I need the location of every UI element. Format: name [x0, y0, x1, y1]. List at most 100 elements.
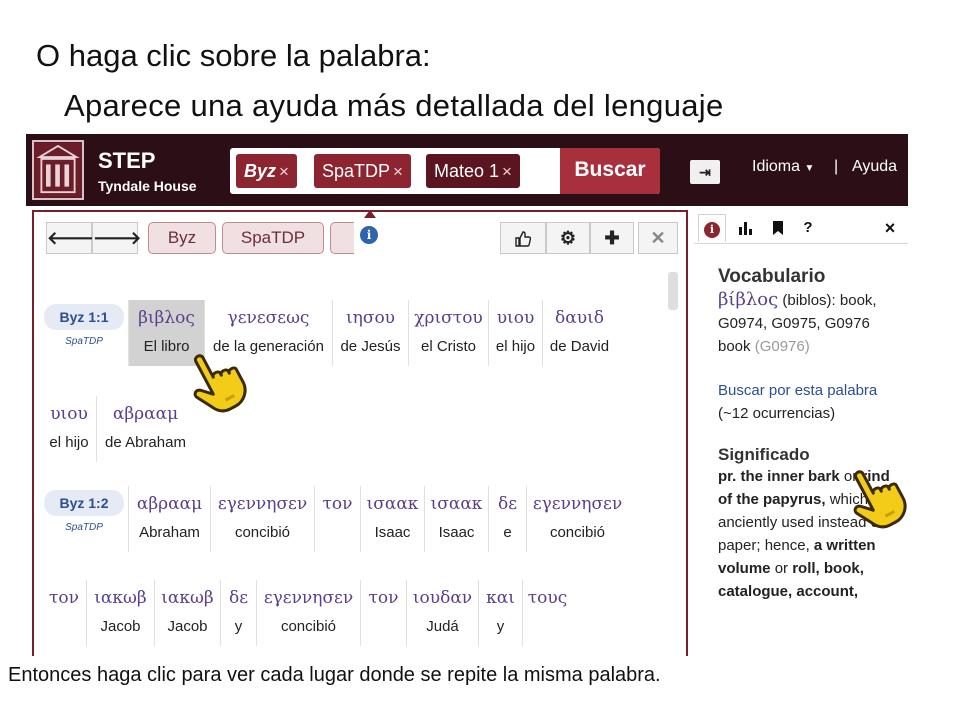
verse-ref[interactable]: Byz 1:2	[44, 490, 124, 516]
word-cell[interactable]: και y	[478, 580, 522, 646]
word-gloss: Jacob	[167, 618, 208, 635]
greek-word[interactable]: τον	[319, 494, 356, 514]
help-menu[interactable]: Ayuda	[852, 158, 897, 176]
search-button[interactable]: Buscar	[560, 148, 660, 194]
lemma-greek: βίβλος	[718, 289, 779, 310]
word-gloss: de Abraham	[105, 434, 186, 451]
greek-word[interactable]: ιακωβ	[159, 588, 216, 608]
word-cell[interactable]: ιησου de Jesús	[332, 300, 408, 366]
word-cell[interactable]: ιουδαν Judá	[406, 580, 478, 646]
verse-ref-version: SpaTDP	[65, 336, 103, 347]
bar-chart-icon	[739, 222, 752, 236]
tab-chart[interactable]	[732, 214, 760, 242]
info-pointer	[364, 210, 376, 218]
greek-word[interactable]: δε	[225, 588, 252, 608]
word-cell[interactable]: τους	[522, 580, 572, 646]
greek-word[interactable]: δαυιδ	[547, 308, 612, 328]
greek-word[interactable]: εγεννησεν	[215, 494, 310, 514]
word-cell[interactable]: δε y	[220, 580, 256, 646]
chip-label: Mateo 1	[434, 161, 500, 181]
word-cell[interactable]: ισαακ Isaac	[360, 486, 424, 552]
word-cell[interactable]: υιου el hijo	[488, 300, 542, 366]
greek-word[interactable]: ιουδαν	[411, 588, 474, 608]
greek-word[interactable]: αβρααμ	[133, 494, 206, 514]
greek-word[interactable]: τον	[365, 588, 402, 608]
greek-word[interactable]: βιβλος	[133, 308, 200, 328]
greek-word[interactable]: ιησου	[337, 308, 404, 328]
word-gloss: de David	[549, 338, 610, 355]
greek-word[interactable]: χριστου	[413, 308, 484, 328]
def-part: the inner bark	[740, 468, 840, 485]
word-cell[interactable]: εγεννησεν concibió	[526, 486, 628, 552]
slide-caption: Entonces haga clic para ver cada lugar d…	[8, 664, 661, 686]
tab-help[interactable]: ?	[794, 214, 822, 242]
version-pill-spatdp[interactable]: SpaTDP	[222, 222, 324, 254]
word-cell[interactable]: δε e	[488, 486, 526, 552]
app-header: STEP Tyndale House Byz × SpaTDP × Mateo 1 ×…	[26, 134, 908, 206]
greek-word[interactable]: και	[483, 588, 518, 608]
chip-label: SpaTDP	[322, 161, 391, 181]
search-chip-spatdp[interactable]: SpaTDP ×	[314, 154, 411, 188]
word-gloss: de Jesús	[340, 338, 401, 355]
word-cell[interactable]: αβρααμ Abraham	[128, 486, 210, 552]
search-chip-byz[interactable]: Byz ×	[236, 154, 297, 188]
login-arrow-icon[interactable]: ⇥	[690, 160, 720, 184]
greek-word[interactable]: γενεσεως	[209, 308, 328, 328]
slide-title: O haga clic sobre la palabra:	[36, 38, 431, 73]
thumbs-up-icon[interactable]	[500, 222, 546, 254]
scrollbar-thumb[interactable]	[668, 272, 678, 310]
word-cell[interactable]: υιου el hijo	[42, 396, 96, 462]
greek-word[interactable]: υιου	[46, 404, 92, 424]
add-panel-icon[interactable]: ✚	[590, 222, 634, 254]
greek-word[interactable]: ισαακ	[429, 494, 484, 514]
close-icon[interactable]: ×	[876, 214, 904, 242]
greek-word[interactable]: δε	[493, 494, 522, 514]
info-icon[interactable]: i	[360, 226, 378, 244]
close-icon[interactable]: ×	[502, 162, 512, 181]
search-chip-mateo-1[interactable]: Mateo 1 ×	[426, 154, 520, 188]
word-cell[interactable]: ιακωβ Jacob	[86, 580, 154, 646]
back-button[interactable]: 🡐	[46, 222, 95, 254]
gear-icon[interactable]: ⚙	[546, 222, 590, 254]
word-cell[interactable]: χριστου el Cristo	[408, 300, 488, 366]
version-pill-add[interactable]	[330, 222, 354, 254]
word-gloss: el hijo	[49, 434, 89, 451]
greek-word[interactable]: τους	[527, 588, 568, 608]
word-cell[interactable]: ισαακ Isaac	[424, 486, 488, 552]
word-cell[interactable]: τον	[314, 486, 360, 552]
greek-word[interactable]: υιου	[493, 308, 538, 328]
language-menu[interactable]: Idioma ▼	[752, 158, 814, 176]
forward-button[interactable]: 🡒	[92, 222, 141, 254]
word-cell[interactable]: δαυιδ de David	[542, 300, 616, 366]
tyndale-house-logo-icon[interactable]	[32, 140, 84, 200]
tab-bookmark[interactable]	[764, 214, 792, 242]
greek-word[interactable]: εγεννησεν	[531, 494, 624, 514]
search-word-link[interactable]: Buscar por esta palabra	[718, 380, 908, 402]
greek-word[interactable]: ισαακ	[365, 494, 420, 514]
close-icon[interactable]: ×	[279, 162, 289, 181]
detail-content: Vocabulario βίβλος (biblos): book, G0974…	[718, 266, 908, 603]
word-cell[interactable]: αβρααμ de Abraham	[96, 396, 194, 462]
version-pill-byz[interactable]: Byz	[148, 222, 216, 254]
close-icon[interactable]: ×	[393, 162, 403, 181]
chevron-down-icon: ▼	[804, 163, 815, 174]
greek-word[interactable]: ιακωβ	[91, 588, 150, 608]
word-cell[interactable]: εγεννησεν concibió	[210, 486, 314, 552]
word-cell[interactable]: ιακωβ Jacob	[154, 580, 220, 646]
word-cell[interactable]: τον	[42, 580, 86, 646]
word-gloss: Abraham	[139, 524, 200, 541]
greek-word[interactable]: εγεννησεν	[261, 588, 356, 608]
verse-ref[interactable]: Byz 1:1	[44, 304, 124, 330]
search-box[interactable]: Byz × SpaTDP × Mateo 1 × Buscar	[230, 148, 660, 194]
greek-word[interactable]: τον	[46, 588, 82, 608]
tab-info[interactable]: i	[698, 214, 726, 242]
word-gloss: y	[496, 618, 505, 635]
def-part: or	[774, 560, 789, 577]
greek-word[interactable]: αβρααμ	[101, 404, 190, 424]
word-gloss: Jacob	[100, 618, 141, 635]
word-cell[interactable]: εγεννησεν concibió	[256, 580, 360, 646]
word-cell[interactable]: τον	[360, 580, 406, 646]
brand-subtitle: Tyndale House	[98, 178, 197, 194]
close-panel-icon[interactable]: ✕	[638, 222, 678, 254]
passage-panel: 🡐 🡒 Byz SpaTDP i ⚙ ✚ ✕ Byz 1:1 SpaTDP βι…	[32, 210, 688, 656]
